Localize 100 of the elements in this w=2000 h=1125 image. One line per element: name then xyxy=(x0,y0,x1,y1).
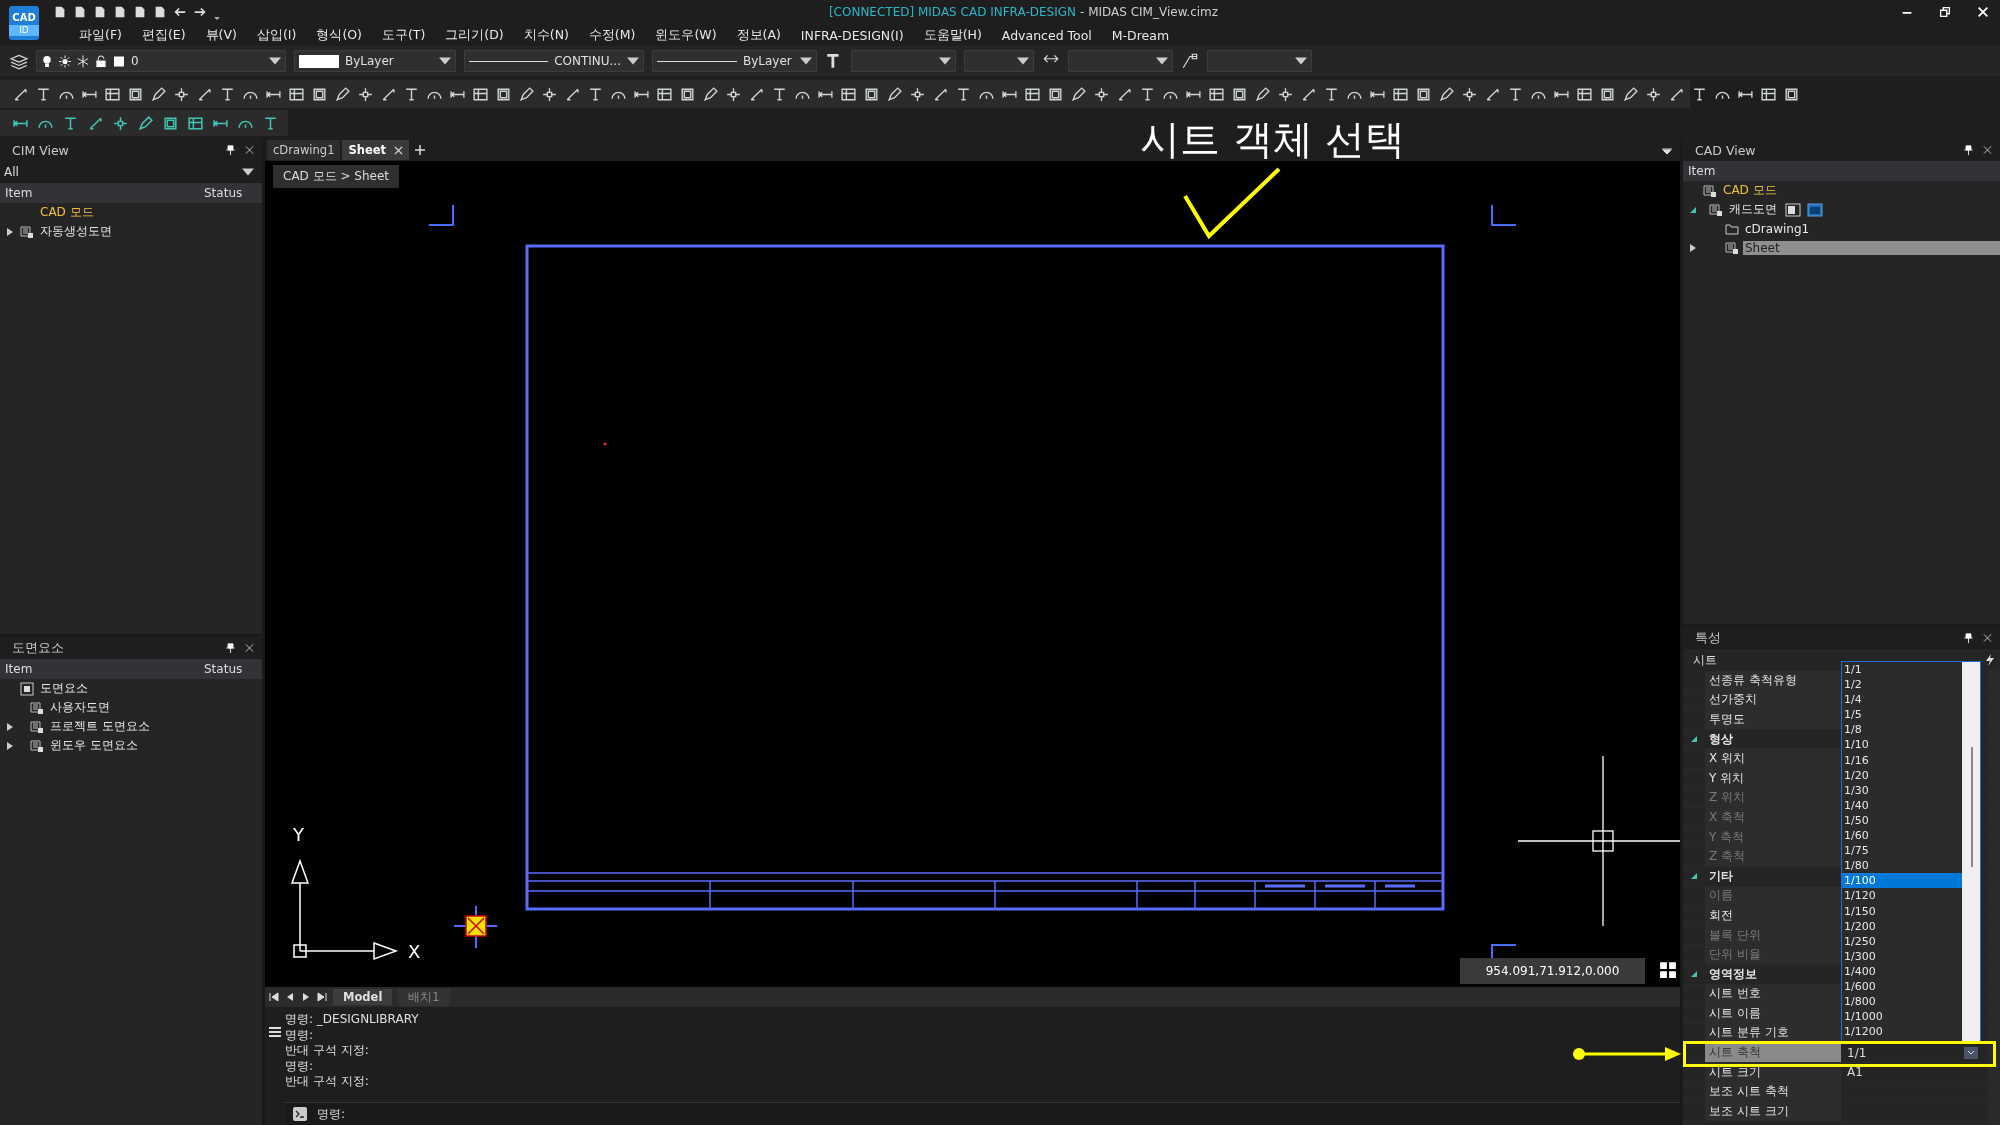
node-tool-icon[interactable] xyxy=(1645,85,1662,103)
pencil-icon[interactable] xyxy=(150,85,167,103)
table-icon[interactable] xyxy=(1392,85,1409,103)
dropdown-option[interactable]: 1/30 xyxy=(1842,782,1962,798)
expand-arrow-icon[interactable] xyxy=(6,722,14,731)
tab-list-caret-icon[interactable] xyxy=(1662,146,1672,154)
expand-arrow-icon[interactable] xyxy=(1690,735,1698,744)
first-tab-icon[interactable] xyxy=(269,992,279,1002)
sheet-frame[interactable] xyxy=(525,244,1445,911)
pencil-icon[interactable] xyxy=(1438,85,1455,103)
layers-icon[interactable] xyxy=(10,52,28,70)
text-tool-icon[interactable] xyxy=(1323,85,1340,103)
dropdown-caret-icon[interactable] xyxy=(800,57,812,65)
dropdown-option[interactable]: 1/60 xyxy=(1842,828,1962,844)
node-tool-icon[interactable] xyxy=(541,85,558,103)
frame-tool-icon[interactable] xyxy=(679,85,696,103)
layout-tab[interactable]: 배치1 xyxy=(398,988,450,1006)
pin-icon[interactable] xyxy=(226,145,235,155)
dropdown-option[interactable]: 1/400 xyxy=(1842,963,1962,979)
node-tool-icon[interactable] xyxy=(1461,85,1478,103)
property-label[interactable]: 투명도 xyxy=(1705,710,1841,729)
text-tool-icon[interactable] xyxy=(1507,85,1524,103)
pin-icon[interactable] xyxy=(1964,145,1973,155)
node-tool-icon[interactable] xyxy=(1277,85,1294,103)
expand-arrow-icon[interactable] xyxy=(1689,243,1697,252)
dropdown-option[interactable]: 1/75 xyxy=(1842,843,1962,859)
dropdown-option[interactable]: 1/16 xyxy=(1842,752,1962,768)
last-tab-icon[interactable] xyxy=(317,992,327,1002)
text-tool-icon[interactable] xyxy=(62,114,79,132)
property-label[interactable]: 시트 이름 xyxy=(1705,1004,1841,1023)
dropdown-option[interactable]: 1/800 xyxy=(1842,994,1962,1010)
menu-icon[interactable] xyxy=(269,1027,281,1037)
property-label[interactable]: X 위치 xyxy=(1705,749,1841,768)
lock-icon[interactable] xyxy=(95,54,107,68)
table-icon[interactable] xyxy=(288,85,305,103)
text-tool-icon[interactable] xyxy=(219,85,236,103)
menu-item[interactable]: 파일(F) xyxy=(69,26,132,44)
file-icon[interactable] xyxy=(53,5,67,19)
document-tab[interactable]: cDrawing1 xyxy=(267,140,341,160)
menu-item[interactable]: 형식(O) xyxy=(306,26,372,44)
property-label[interactable]: 영역정보 xyxy=(1705,964,1841,984)
dropdown-option[interactable]: 1/200 xyxy=(1842,918,1962,934)
dropdown-caret-icon[interactable] xyxy=(1156,57,1168,65)
node-tool-icon[interactable] xyxy=(173,85,190,103)
dropdown-option[interactable]: 1/1000 xyxy=(1842,1009,1962,1025)
sun-icon[interactable] xyxy=(59,54,71,68)
document-tab[interactable]: Sheet xyxy=(342,140,410,160)
dropdown-option[interactable]: 1/50 xyxy=(1842,812,1962,829)
dropdown-caret-icon[interactable] xyxy=(439,57,451,65)
dropdown-option[interactable]: 1/250 xyxy=(1842,933,1962,949)
frame-tool-icon[interactable] xyxy=(1231,85,1248,103)
frame-tool-icon[interactable] xyxy=(1415,85,1432,103)
frame-tool-icon[interactable] xyxy=(863,85,880,103)
table-icon[interactable] xyxy=(472,85,489,103)
dropdown-option[interactable]: 1/2 xyxy=(1842,677,1962,693)
dropdown-option[interactable]: 1/4 xyxy=(1842,692,1962,708)
tree-item[interactable]: 프로젝트 도면요소 xyxy=(48,718,152,735)
add-tab-icon[interactable] xyxy=(415,145,426,155)
frame-tool-icon[interactable] xyxy=(1047,85,1064,103)
table-icon[interactable] xyxy=(840,85,857,103)
node-tool-icon[interactable] xyxy=(357,85,374,103)
tree-item[interactable]: 윈도우 도면요소 xyxy=(48,737,140,754)
close-icon[interactable] xyxy=(394,145,404,155)
table-icon[interactable] xyxy=(104,85,121,103)
node-tool-icon[interactable] xyxy=(909,85,926,103)
table-icon[interactable] xyxy=(1760,85,1777,103)
menu-item[interactable]: 뷰(V) xyxy=(195,26,247,44)
scroll-bar[interactable] xyxy=(1962,662,1980,1041)
snowflake-icon[interactable] xyxy=(77,54,89,68)
layout-tab[interactable]: Model xyxy=(333,989,393,1005)
dropdown-option[interactable]: 1/150 xyxy=(1842,903,1962,919)
pencil-icon[interactable] xyxy=(1070,85,1087,103)
dropdown-option[interactable]: 1/600 xyxy=(1842,978,1962,995)
previous-tab-icon[interactable] xyxy=(285,992,295,1002)
tree-item[interactable]: CAD 모드 xyxy=(1721,182,1779,199)
menu-item[interactable]: 그리기(D) xyxy=(435,26,514,44)
menu-item[interactable]: 삽입(I) xyxy=(246,26,307,44)
tree-item[interactable]: 캐드도면 xyxy=(1727,201,1779,218)
frame-tool-icon[interactable] xyxy=(1599,85,1616,103)
redo-icon[interactable] xyxy=(193,5,207,19)
pencil-icon[interactable] xyxy=(702,85,719,103)
dropdown-caret-icon[interactable] xyxy=(1017,57,1029,65)
expand-arrow-icon[interactable] xyxy=(1690,970,1698,979)
expand-arrow-icon[interactable] xyxy=(6,227,14,236)
text-tool-icon[interactable] xyxy=(955,85,972,103)
menu-item[interactable]: 도움말(H) xyxy=(913,26,992,44)
pencil-icon[interactable] xyxy=(334,85,351,103)
color-dropdown[interactable]: ByLayer xyxy=(294,50,456,72)
table-icon[interactable] xyxy=(1024,85,1041,103)
multileader-style-dropdown[interactable] xyxy=(1207,50,1312,72)
tree-item[interactable]: cDrawing1 xyxy=(1743,221,1812,236)
dropdown-option[interactable]: 1/20 xyxy=(1842,767,1962,783)
frame-tool-icon[interactable] xyxy=(495,85,512,103)
frame-tool-icon[interactable] xyxy=(1783,85,1800,103)
frame-tool-icon[interactable] xyxy=(311,85,328,103)
node-tool-icon[interactable] xyxy=(725,85,742,103)
table-icon[interactable] xyxy=(1208,85,1225,103)
dropdown-option[interactable]: 1/8 xyxy=(1842,722,1962,738)
dropdown-caret-icon[interactable] xyxy=(269,57,281,65)
text-height-dropdown[interactable] xyxy=(964,50,1034,72)
